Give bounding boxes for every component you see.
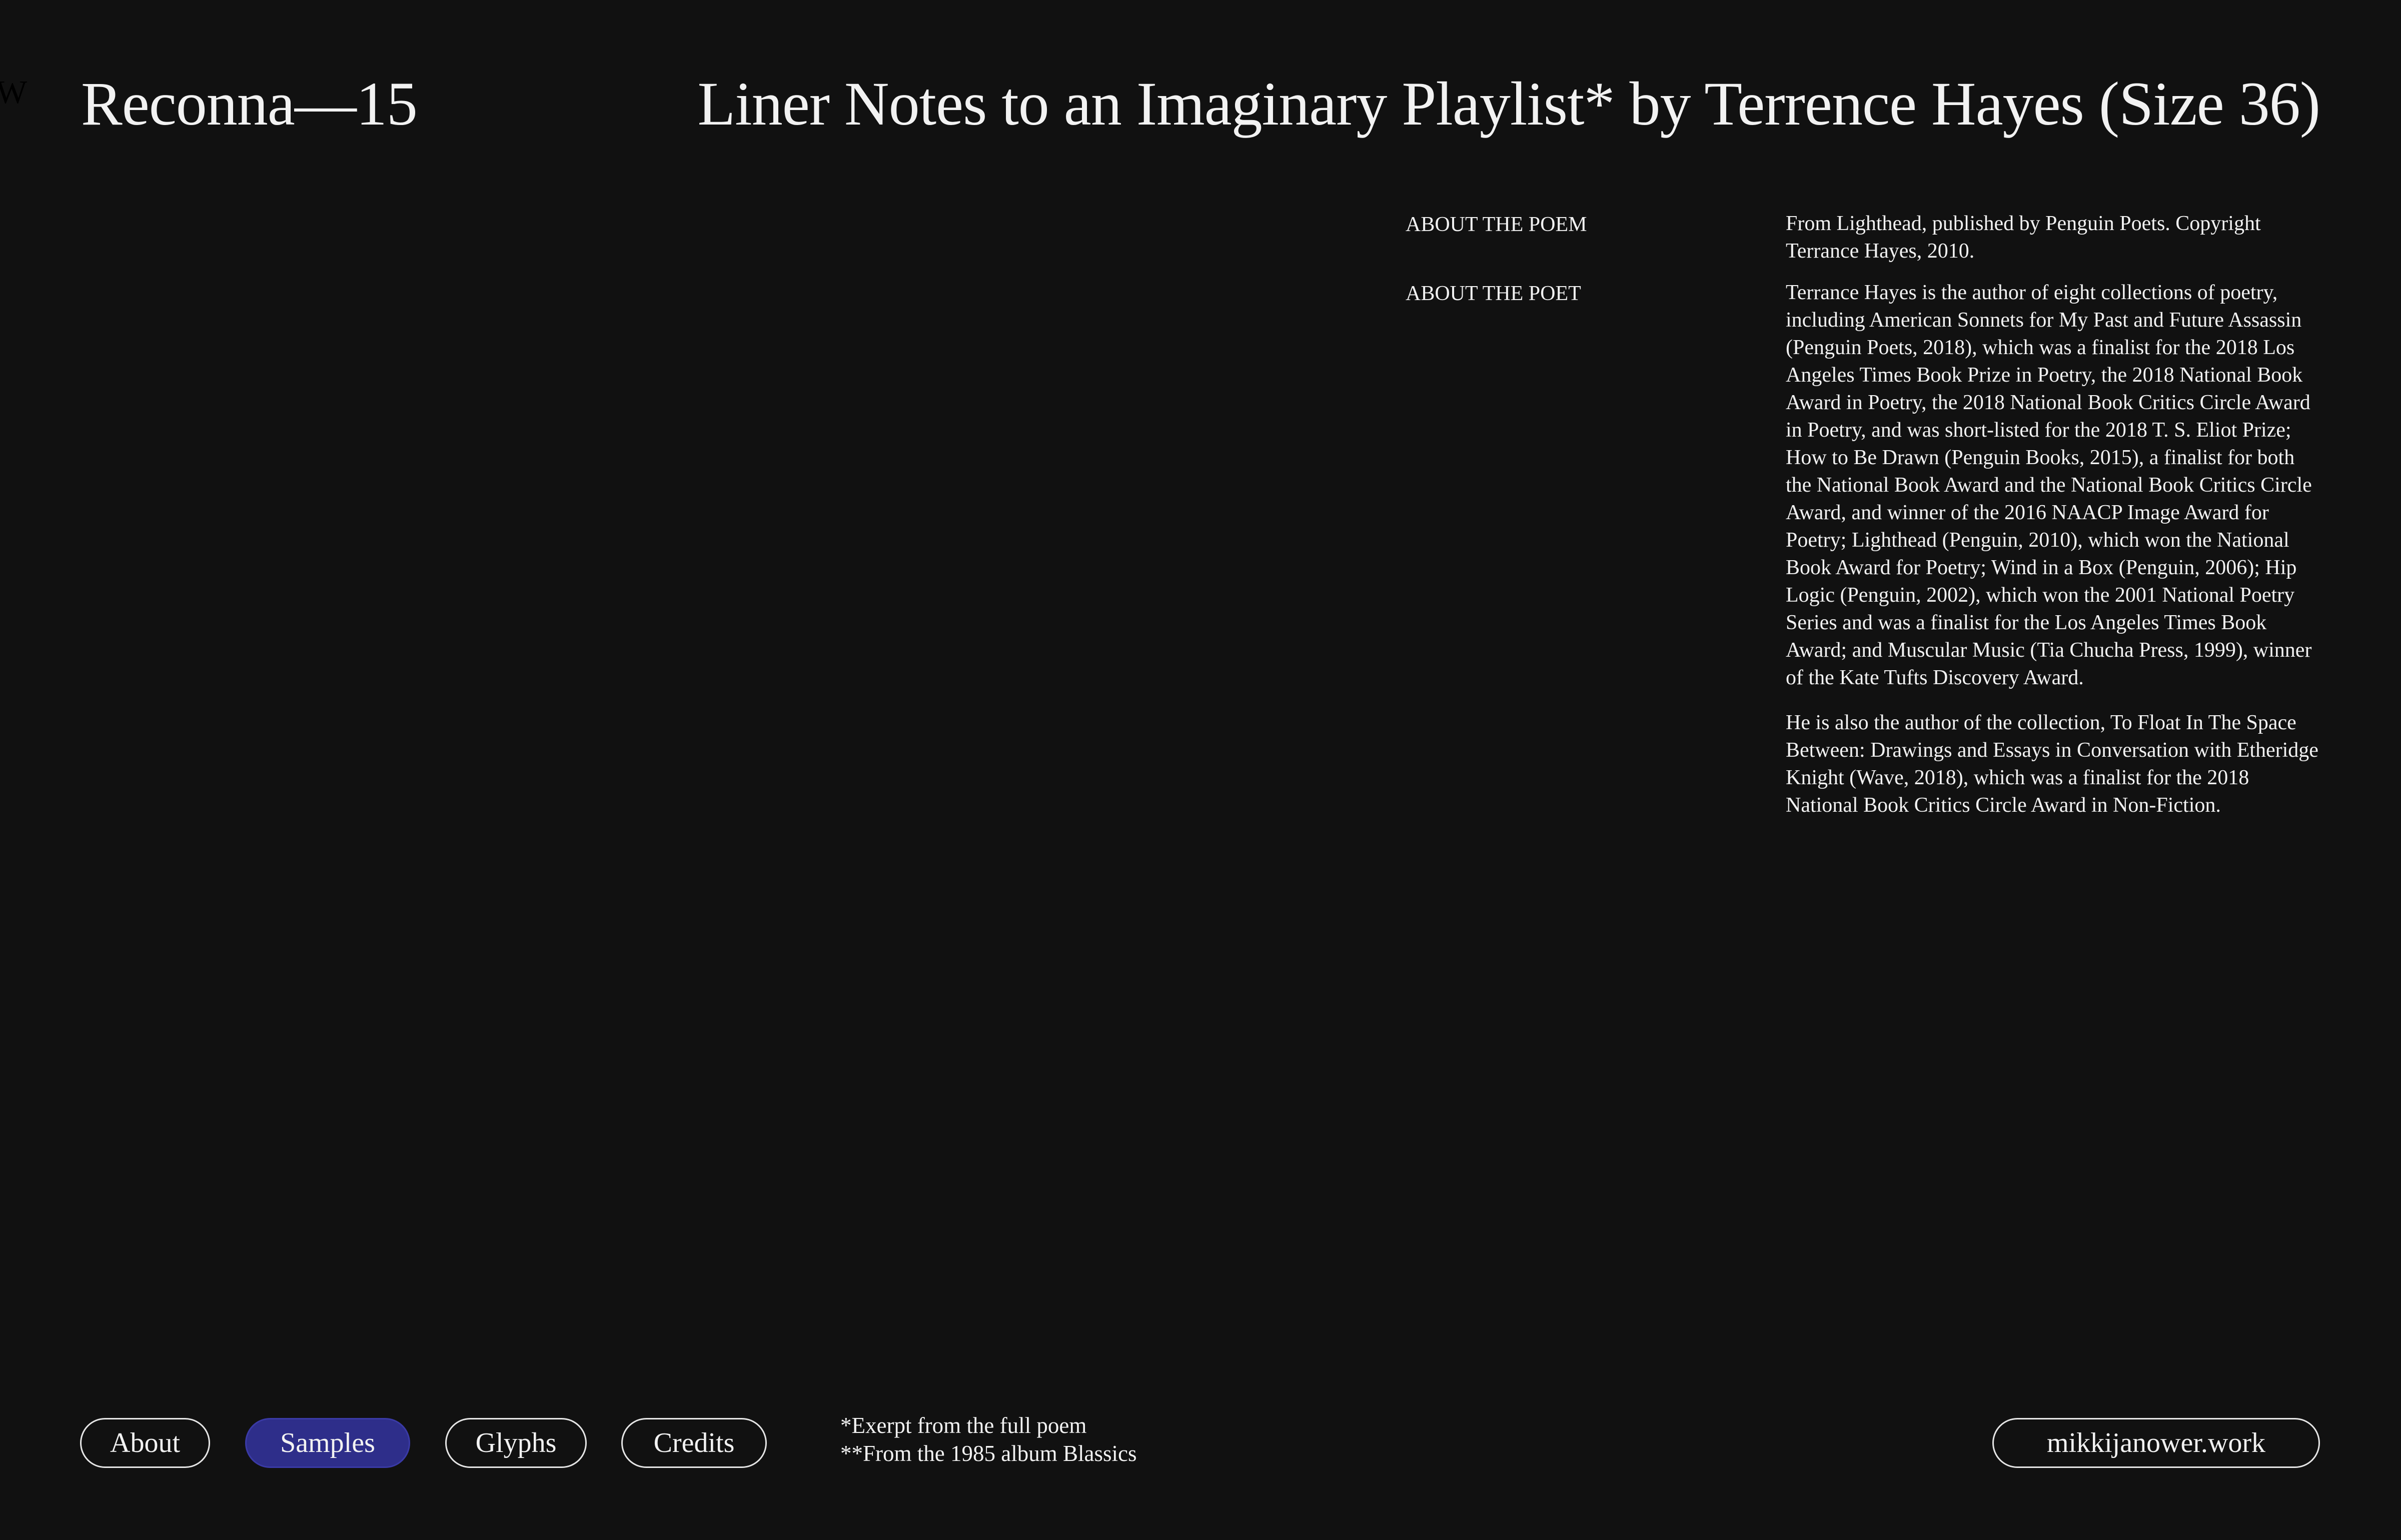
nav-samples-button[interactable]: Samples — [245, 1418, 410, 1468]
about-poet-paragraph: Terrance Hayes is the author of eight co… — [1786, 281, 2312, 689]
footnote-1: *Exerpt from the full poem — [840, 1413, 1087, 1438]
nav-glyphs-button[interactable]: Glyphs — [445, 1418, 587, 1468]
footnote-2: **From the 1985 album Blassics — [840, 1441, 1137, 1466]
nav-about-button[interactable]: About — [80, 1418, 210, 1468]
site-link[interactable]: mikkijanower.work — [1992, 1418, 2320, 1468]
about-poet-row: ABOUT THE POET Terrance Hayes is the aut… — [1406, 279, 2321, 819]
edge-mark: W — [0, 74, 28, 111]
about-poem-label: ABOUT THE POEM — [1406, 213, 1587, 236]
about-poet-paragraph: He is also the author of the collection,… — [1786, 711, 2318, 817]
brand-title: Reconna—15 — [81, 70, 418, 138]
bottom-bar: About Samples Glyphs Credits mikkijanowe… — [0, 1418, 2401, 1471]
about-poet-text: Terrance Hayes is the author of eight co… — [1786, 279, 2321, 819]
info-section: ABOUT THE POEM From Lighthead, published… — [1406, 210, 2321, 819]
about-poem-row: ABOUT THE POEM From Lighthead, published… — [1406, 210, 2321, 265]
nav-credits-button[interactable]: Credits — [621, 1418, 767, 1468]
sample-headline: Liner Notes to an Imaginary Playlist* by… — [697, 70, 2320, 138]
about-poem-text: From Lighthead, published by Penguin Poe… — [1786, 210, 2321, 265]
about-poem-paragraph: From Lighthead, published by Penguin Poe… — [1786, 212, 2261, 263]
about-poet-label: ABOUT THE POET — [1406, 282, 1581, 305]
footnotes: *Exerpt from the full poem **From the 19… — [840, 1411, 1136, 1467]
page: W Reconna—15 Liner Notes to an Imaginary… — [0, 0, 2401, 1540]
